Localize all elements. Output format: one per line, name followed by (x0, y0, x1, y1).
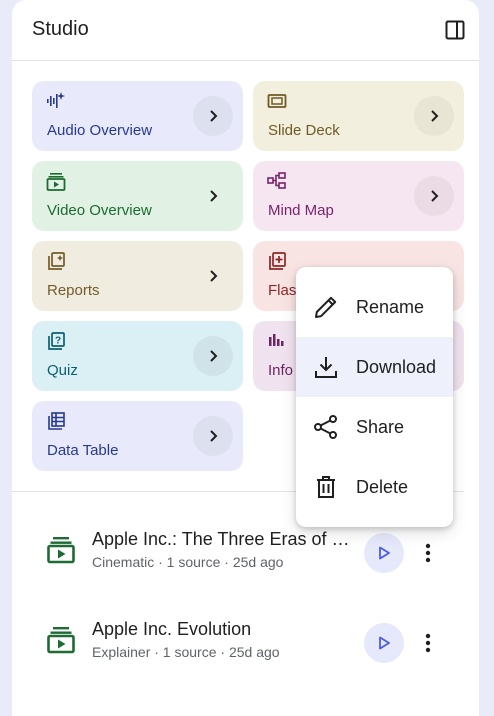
card-label: Quiz (47, 362, 78, 379)
card-label: Slide Deck (268, 122, 340, 139)
flashcards-icon (267, 251, 287, 271)
video-icon (46, 625, 76, 655)
slides-icon (267, 91, 287, 111)
audio-waveform-icon (46, 91, 66, 111)
mind-map-icon (267, 171, 287, 191)
context-menu: Rename Download Share Delete (296, 267, 453, 527)
video-icon (46, 171, 66, 191)
menu-item-label: Delete (356, 477, 409, 497)
slide-deck-card[interactable]: Slide Deck (253, 81, 464, 151)
chevron-right-icon[interactable] (193, 336, 233, 376)
card-label: Info (268, 362, 294, 379)
table-icon (46, 411, 66, 431)
card-label: Mind Map (268, 202, 334, 219)
card-label: Video Overview (47, 202, 152, 219)
play-button[interactable] (364, 623, 404, 663)
menu-item-download[interactable]: Download (296, 337, 453, 397)
download-icon (313, 354, 339, 380)
studio-header: Studio (12, 0, 479, 60)
list-item[interactable]: Apple Inc. Evolution Explainer · 1 sourc… (12, 611, 479, 671)
video-icon (46, 535, 76, 565)
chevron-right-icon[interactable] (414, 96, 454, 136)
chevron-right-icon[interactable] (193, 96, 233, 136)
panel-title: Studio (32, 18, 89, 40)
item-meta: Explainer · 1 source · 25d ago (92, 644, 280, 660)
list-item[interactable]: Apple Inc.: The Three Eras of Innovation… (12, 521, 479, 581)
quiz-card[interactable]: ? Quiz (32, 321, 243, 391)
item-meta: Cinematic · 1 source · 25d ago (92, 554, 284, 570)
chevron-right-icon[interactable] (193, 416, 233, 456)
mind-map-card[interactable]: Mind Map (253, 161, 464, 231)
data-table-card[interactable]: Data Table (32, 401, 243, 471)
play-button[interactable] (364, 533, 404, 573)
menu-item-share[interactable]: Share (296, 397, 453, 457)
menu-item-label: Rename (356, 297, 425, 317)
trash-icon (313, 474, 339, 500)
menu-item-delete[interactable]: Delete (296, 457, 453, 517)
menu-item-rename[interactable]: Rename (296, 277, 453, 337)
card-label: Reports (47, 282, 100, 299)
card-label: Audio Overview (47, 122, 153, 139)
quiz-icon: ? (46, 331, 66, 351)
chevron-right-icon[interactable] (193, 256, 233, 296)
item-title: Apple Inc.: The Three Eras of Innovation (92, 529, 350, 549)
audio-overview-card[interactable]: Audio Overview (32, 81, 243, 151)
side-panel-icon[interactable] (445, 20, 465, 40)
card-label: Data Table (47, 442, 119, 459)
pencil-icon (313, 294, 339, 320)
infographic-icon (267, 331, 287, 351)
card-label: Flas (268, 282, 297, 299)
menu-item-label: Share (356, 417, 405, 437)
more-vert-icon[interactable] (418, 539, 438, 567)
chevron-right-icon[interactable] (193, 176, 233, 216)
share-icon (313, 414, 339, 440)
more-vert-icon[interactable] (418, 629, 438, 657)
reports-icon (46, 251, 66, 271)
item-title: Apple Inc. Evolution (92, 619, 252, 639)
video-overview-card[interactable]: Video Overview (32, 161, 243, 231)
menu-item-label: Download (356, 357, 437, 377)
svg-text:?: ? (55, 336, 61, 347)
header-divider (12, 60, 479, 61)
chevron-right-icon[interactable] (414, 176, 454, 216)
reports-card[interactable]: Reports (32, 241, 243, 311)
